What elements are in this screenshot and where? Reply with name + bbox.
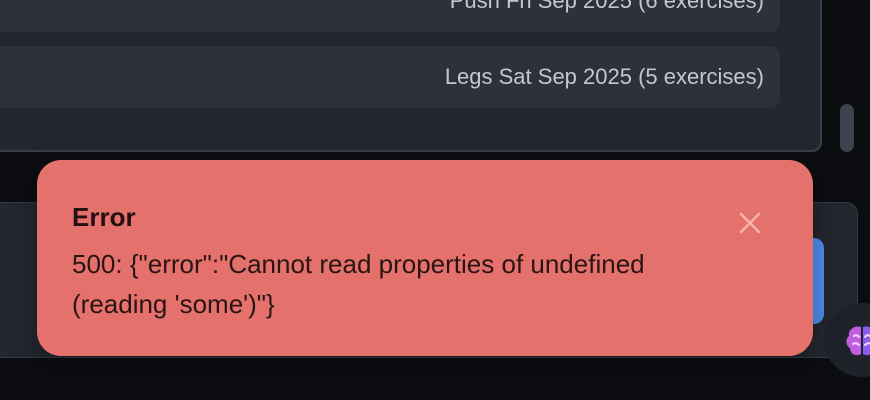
toast-close-button[interactable] bbox=[733, 206, 767, 240]
brain-icon bbox=[846, 326, 870, 356]
toast-message: 500: {"error":"Cannot read properties of… bbox=[72, 249, 645, 319]
close-icon bbox=[739, 212, 761, 234]
workout-item-label: Push Fri Sep 2025 (6 exercises) bbox=[449, 0, 764, 13]
workout-item-label: Legs Sat Sep 2025 (5 exercises) bbox=[444, 64, 764, 89]
workout-list-item[interactable]: Legs Sat Sep 2025 (5 exercises) bbox=[0, 46, 780, 108]
workout-list-item[interactable]: Push Fri Sep 2025 (6 exercises) bbox=[0, 0, 780, 32]
toast-title: Error bbox=[72, 202, 136, 232]
error-toast: Error 500: {"error":"Cannot read propert… bbox=[37, 160, 813, 356]
scrollbar-thumb[interactable] bbox=[840, 104, 854, 152]
